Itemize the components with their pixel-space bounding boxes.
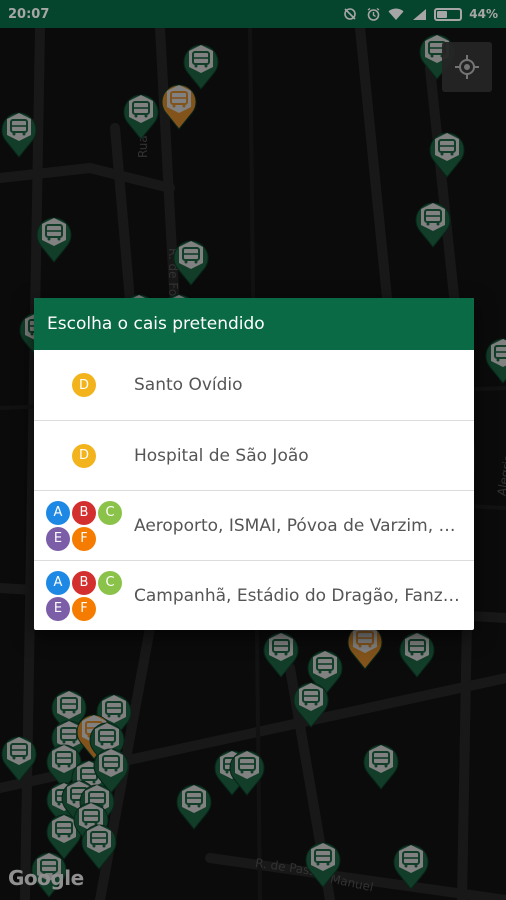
platform-option-label: Campanhã, Estádio do Dragão, Fanzer...: [134, 585, 464, 606]
platform-option-label: Santo Ovídio: [134, 375, 243, 395]
metro-line-badge: B: [72, 500, 96, 525]
metro-line-badge: C: [98, 500, 122, 525]
metro-line-badge: A: [46, 570, 70, 595]
dialog-title: Escolha o cais pretendido: [34, 298, 474, 350]
metro-line-badge: F: [72, 526, 96, 551]
line-badges: D: [34, 373, 134, 397]
platform-option[interactable]: D Santo Ovídio: [34, 350, 474, 420]
platform-option-label: Hospital de São João: [134, 445, 309, 466]
metro-line-badge: D: [72, 373, 96, 397]
platform-option[interactable]: A B C E F Aeroporto, ISMAI, Póvoa de Varzim, …: [34, 490, 474, 560]
platform-option-label: Aeroporto, ISMAI, Póvoa de Varzim, S...: [134, 515, 464, 536]
platform-chooser-dialog: Escolha o cais pretendido D Santo Ovídio D…: [34, 298, 474, 630]
metro-line-badge: C: [98, 570, 122, 595]
metro-line-badge: E: [46, 526, 70, 551]
metro-line-badge: D: [72, 443, 96, 468]
metro-line-badge: B: [72, 570, 96, 595]
metro-line-badge: E: [46, 596, 70, 621]
line-badges: ABC EF: [34, 500, 134, 551]
line-badges: ABC EF: [34, 570, 134, 621]
platform-option[interactable]: D Hospital de São João: [34, 420, 474, 490]
line-badges: D: [34, 443, 134, 468]
metro-line-badge: F: [72, 596, 96, 621]
platform-option[interactable]: A B C E F Campanhã, Estádio do Dragão, Fanzer…: [34, 560, 474, 630]
metro-line-badge: A: [46, 500, 70, 525]
